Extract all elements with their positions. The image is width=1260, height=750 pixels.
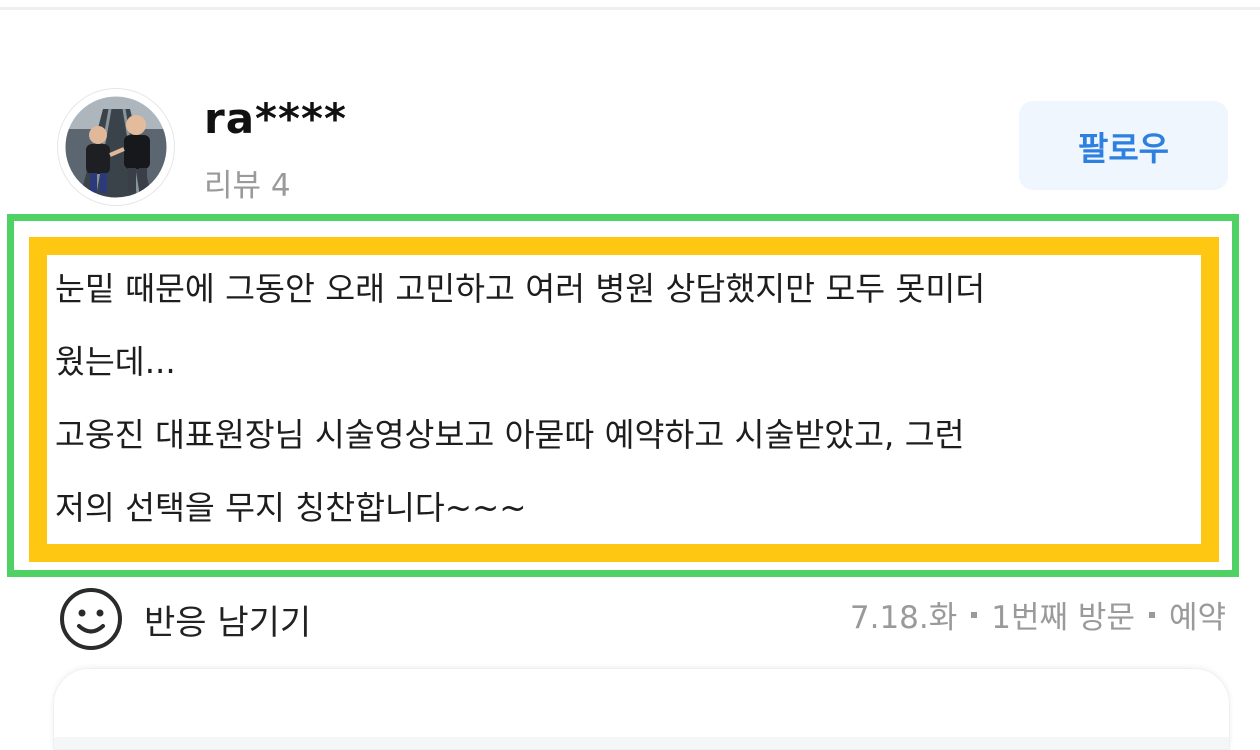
smiley-icon xyxy=(60,588,122,650)
review-line: 눈밑 때문에 그동안 오래 고민하고 여러 병원 상담했지만 모두 못미더 xyxy=(55,270,986,308)
profile-photo-icon xyxy=(62,93,170,201)
leave-reaction-button[interactable]: 반응 남기기 xyxy=(58,587,311,651)
review-line: 고웅진 대표원장님 시술영상보고 아묻따 예약하고 시술받았고, 그런 xyxy=(55,416,965,454)
review-line: 웠는데... xyxy=(55,343,176,381)
next-card-edge xyxy=(53,668,1230,750)
follow-button[interactable]: 팔로우 xyxy=(1019,101,1228,190)
meta-separator xyxy=(971,611,978,618)
meta-separator xyxy=(1148,611,1155,618)
visit-type: 예약 xyxy=(1168,600,1226,636)
author-review-count: 리뷰 4 xyxy=(204,168,291,204)
leave-reaction-label: 반응 남기기 xyxy=(144,602,312,643)
avatar[interactable] xyxy=(58,89,174,205)
author-username[interactable]: ra**** xyxy=(204,94,347,143)
visit-date: 7.18.화 xyxy=(849,600,958,636)
review-line: 저의 선택을 무지 칭찬합니다~~~ xyxy=(55,489,527,527)
visit-count: 1번째 방문 xyxy=(991,600,1135,636)
review-meta: 7.18.화 1번째 방문 예약 xyxy=(850,592,1226,637)
review-text: 눈밑 때문에 그동안 오래 고민하고 여러 병원 상담했지만 모두 못미더 웠는… xyxy=(55,253,1205,545)
top-divider xyxy=(0,7,1260,10)
